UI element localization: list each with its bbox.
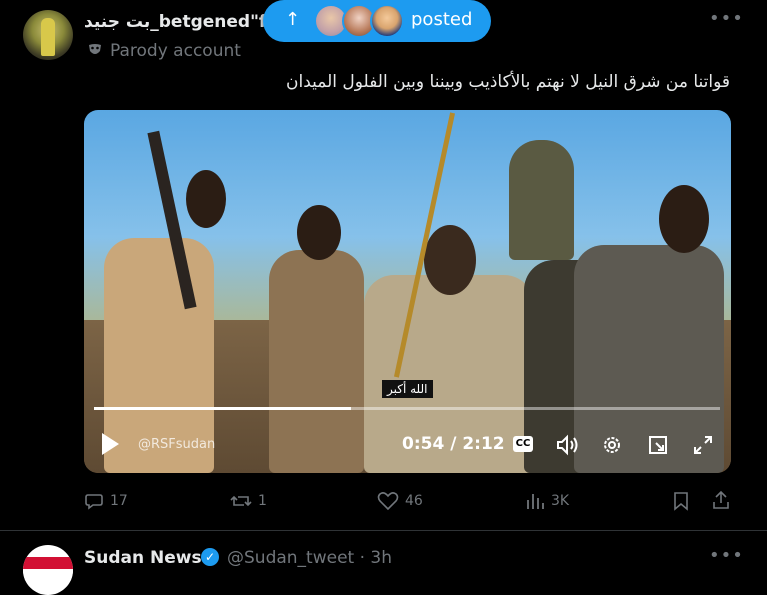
video-figure xyxy=(509,140,574,260)
author-name[interactable]: بت جنيد_betgened"fa xyxy=(84,12,278,32)
repost-count: 1 xyxy=(258,493,267,509)
verified-badge-icon: ✓ xyxy=(201,548,219,566)
arrow-up-icon: ↑ xyxy=(285,9,301,30)
fullscreen-icon[interactable] xyxy=(692,434,714,456)
heart-icon xyxy=(377,492,399,511)
views-count: 3K xyxy=(551,493,570,509)
like-button[interactable]: 46 xyxy=(377,491,423,511)
video-time: 0:54 / 2:12 xyxy=(402,434,505,454)
pill-avatar xyxy=(370,4,404,38)
captions-icon[interactable]: CC xyxy=(513,436,533,452)
video-watermark: @RSFsudan xyxy=(138,437,216,452)
bookmark-icon[interactable] xyxy=(672,491,690,511)
settings-gear-icon[interactable] xyxy=(601,434,623,456)
video-progress-fill xyxy=(94,407,351,410)
author-handle-time[interactable]: @Sudan_tweet · 3h xyxy=(227,548,392,568)
tweet[interactable]: بت جنيد_betgened"fa Parody account ••• ق… xyxy=(0,0,767,531)
parody-mask-icon xyxy=(89,44,101,54)
reply-button[interactable]: 17 xyxy=(84,491,128,511)
author-avatar[interactable] xyxy=(23,10,73,60)
new-posts-pill[interactable]: ↑ posted xyxy=(263,0,491,42)
picture-in-picture-icon[interactable] xyxy=(647,434,669,456)
posted-label: posted xyxy=(411,9,473,30)
parody-label: Parody account xyxy=(110,41,241,61)
play-icon[interactable] xyxy=(102,433,119,455)
repost-icon xyxy=(230,495,252,507)
more-options-icon[interactable]: ••• xyxy=(709,545,744,566)
next-tweet[interactable]: Sudan News ✓ @Sudan_tweet · 3h ••• xyxy=(0,531,767,595)
like-count: 46 xyxy=(405,493,423,509)
video-caption: الله أكبر xyxy=(382,380,433,398)
avatar-figure xyxy=(41,18,55,56)
reply-icon xyxy=(85,494,103,510)
tweet-text: قواتنا من شرق النيل لا نهتم بالأكاذيب وب… xyxy=(286,72,730,92)
avatar-flag-stripe xyxy=(23,569,73,581)
avatar-flag-stripe xyxy=(23,557,73,569)
author-name[interactable]: Sudan News xyxy=(84,548,202,568)
video-figure-head xyxy=(297,205,341,260)
video-figure-head xyxy=(659,185,709,253)
sudan-news-avatar[interactable] xyxy=(23,545,73,595)
repost-button[interactable]: 1 xyxy=(230,491,267,511)
video-figure-head xyxy=(186,170,226,228)
volume-icon[interactable] xyxy=(556,434,580,456)
reply-count: 17 xyxy=(110,493,128,509)
video-player[interactable]: الله أكبر @RSFsudan 0:54 / 2:12 CC xyxy=(84,110,731,473)
share-icon[interactable] xyxy=(711,489,731,511)
views-chart-icon xyxy=(527,494,544,509)
video-figure-head xyxy=(424,225,476,295)
more-options-icon[interactable]: ••• xyxy=(709,8,744,29)
views-button[interactable]: 3K xyxy=(525,491,569,511)
video-figure xyxy=(269,250,364,473)
